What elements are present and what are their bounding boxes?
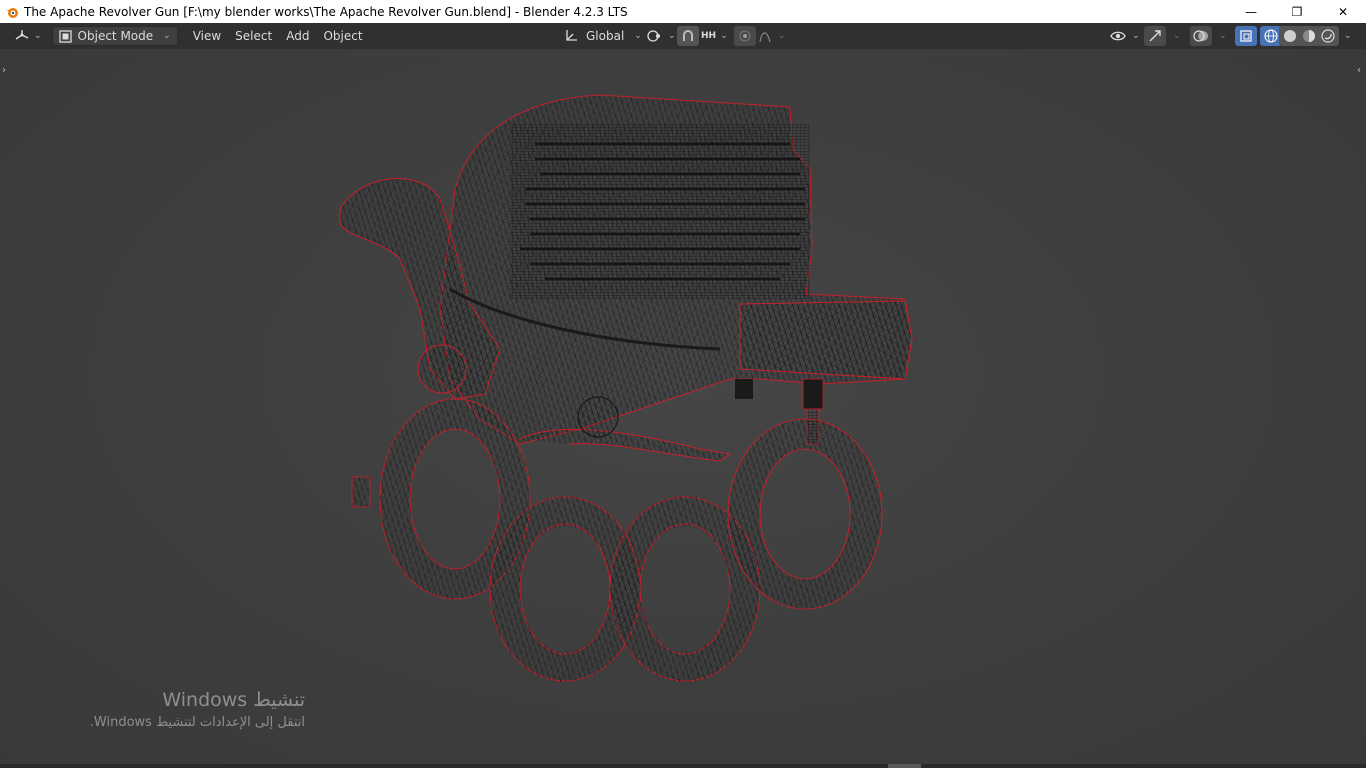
xray-icon — [1240, 30, 1252, 42]
snap-toggle-button[interactable] — [677, 26, 699, 46]
orientation-label: Global — [586, 29, 625, 43]
snap-increment-icon: HH — [701, 31, 717, 41]
magnet-icon — [683, 30, 693, 41]
3d-viewport[interactable]: › ‹ تنشيط Windows انتقل إلى الإعدادات لت… — [0, 49, 1366, 768]
menu-object[interactable]: Object — [316, 26, 369, 46]
chevron-down-icon: ⌄ — [1219, 31, 1227, 41]
editor-type-button[interactable]: ⌄ — [8, 26, 48, 46]
pivot-point-icon — [647, 30, 660, 42]
pivot-point-dropdown[interactable]: ⌄ — [640, 26, 682, 46]
windows-activation-watermark: تنشيط Windows انتقل إلى الإعدادات لتنشيط… — [30, 689, 305, 730]
rendered-sphere-icon — [1321, 29, 1335, 43]
blender-logo-icon — [6, 7, 18, 18]
scroll-thumb[interactable] — [888, 764, 921, 768]
window-titlebar: The Apache Revolver Gun [F:\my blender w… — [0, 0, 1366, 23]
restore-button[interactable]: ❐ — [1274, 0, 1320, 23]
object-mode-icon — [58, 29, 72, 43]
menu-select[interactable]: Select — [228, 26, 279, 46]
chevron-down-icon: ⌄ — [163, 31, 171, 41]
eye-selectability-icon — [1110, 31, 1126, 41]
menu-view[interactable]: View — [186, 26, 228, 46]
proportional-edit-icon — [739, 30, 751, 42]
chevron-down-icon: ⌄ — [778, 31, 786, 41]
chevron-down-icon: ⌄ — [34, 31, 42, 41]
transform-orientation-dropdown[interactable]: Global ⌄ — [558, 26, 648, 46]
side-latch — [351, 476, 371, 508]
menu-add[interactable]: Add — [279, 26, 316, 46]
wireframe-sphere-icon — [1264, 29, 1278, 43]
gizmo-toggle-button[interactable] — [1144, 26, 1166, 46]
chevron-down-icon: ⌄ — [1173, 31, 1181, 41]
snap-target-dropdown[interactable]: HH ⌄ — [697, 26, 732, 46]
object-mode-dropdown[interactable]: Object Mode ⌄ — [51, 26, 178, 46]
activation-subtitle: انتقل إلى الإعدادات لتنشيط Windows. — [89, 715, 305, 730]
chevron-down-icon: ⌄ — [1344, 31, 1352, 41]
solid-sphere-icon — [1284, 30, 1296, 42]
chevron-down-icon: ⌄ — [720, 31, 728, 41]
editor-type-icon — [15, 30, 29, 40]
overlays-icon — [1193, 30, 1208, 42]
revolver-frame — [439, 94, 913, 462]
falloff-curve-icon — [759, 32, 771, 43]
viewport-header: ⌄ Object Mode ⌄ View Select Add Object G… — [0, 23, 1366, 49]
minimize-button[interactable]: — — [1228, 0, 1274, 23]
proportional-edit-button[interactable] — [734, 26, 756, 46]
chevron-down-icon: ⌄ — [1132, 31, 1140, 41]
shading-dropdown[interactable]: ⌄ — [1337, 26, 1355, 46]
gizmo-icon — [1149, 30, 1161, 42]
shading-rendered-button[interactable] — [1317, 26, 1339, 46]
activation-title: تنشيط Windows — [162, 689, 305, 711]
mode-label: Object Mode — [77, 29, 154, 43]
falloff-dropdown[interactable]: ⌄ — [756, 26, 788, 46]
overlays-dropdown[interactable]: ⌄ — [1212, 26, 1230, 46]
wireframe-model[interactable] — [0, 49, 1366, 768]
window-title: The Apache Revolver Gun [F:\my blender w… — [24, 4, 628, 19]
xray-toggle-button[interactable] — [1235, 26, 1257, 46]
overlays-toggle-button[interactable] — [1190, 26, 1212, 46]
gizmo-dropdown[interactable]: ⌄ — [1166, 26, 1184, 46]
orientation-axes-icon — [566, 30, 577, 41]
status-bar-strip — [0, 764, 1366, 768]
material-sphere-icon — [1303, 30, 1315, 42]
chevron-down-icon: ⌄ — [668, 31, 676, 41]
visibility-dropdown[interactable]: ⌄ — [1107, 26, 1143, 46]
close-button[interactable]: ✕ — [1320, 0, 1366, 23]
